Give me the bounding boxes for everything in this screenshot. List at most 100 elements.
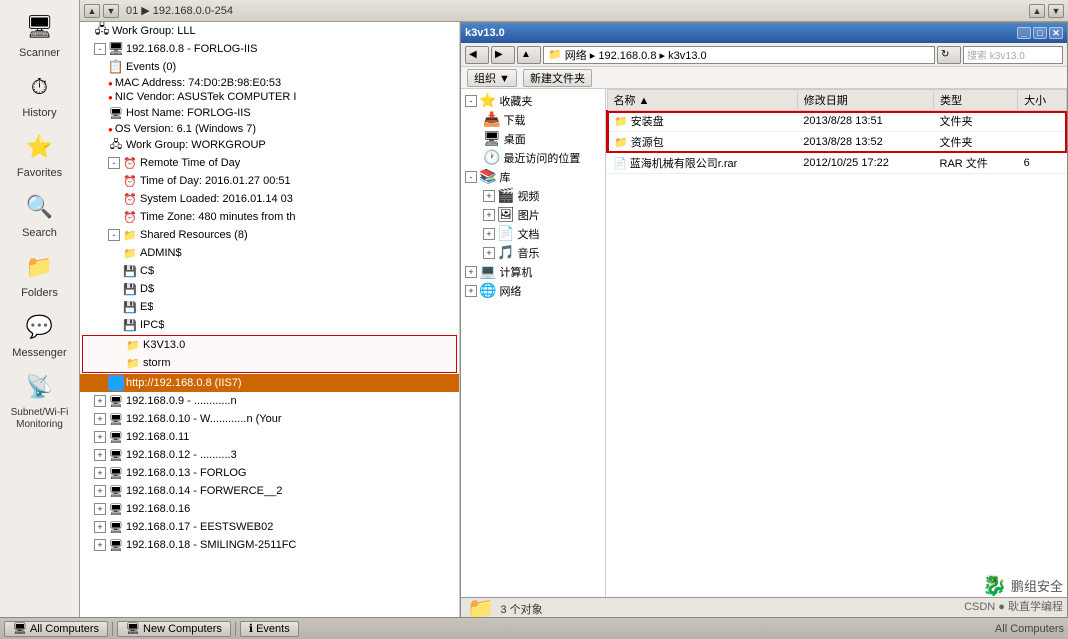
tree-host6[interactable]: + 🖥 192.168.0.13 - FORLOG xyxy=(80,464,459,482)
right-scroll-down[interactable]: ▼ xyxy=(1048,4,1064,18)
tree-admin[interactable]: 📁 ADMIN$ xyxy=(80,244,459,262)
taskbar-events[interactable]: ℹ Events xyxy=(240,621,299,637)
table-row[interactable]: 📄 蓝海机械有限公司r.rar 2012/10/25 17:22 RAR 文件 … xyxy=(607,153,1067,174)
tree-host9[interactable]: + 🖥 192.168.0.17 - EESTSWEB02 xyxy=(80,518,459,536)
address-path[interactable]: 📁 网络 ▸ 192.168.0.8 ▸ k3v13.0 xyxy=(543,46,935,64)
organize-btn[interactable]: 组织 ▼ xyxy=(467,69,517,87)
tree-host2[interactable]: + 🖥 192.168.0.9 - ............n xyxy=(80,392,459,410)
tree-host8[interactable]: + 🖥 192.168.0.16 xyxy=(80,500,459,518)
taskbar-all-computers[interactable]: 🖥 All Computers xyxy=(4,621,108,637)
tree-expand-host4[interactable]: + xyxy=(94,431,106,443)
expand-music[interactable]: + xyxy=(483,247,495,259)
expand-favorites[interactable]: - xyxy=(465,95,477,107)
expand-docs[interactable]: + xyxy=(483,228,495,240)
file-action-toolbar: 组织 ▼ 新建文件夹 xyxy=(461,67,1067,89)
search-box[interactable]: 搜索 k3v13.0 xyxy=(963,46,1063,64)
tree-timezone[interactable]: ⏰ Time Zone: 480 minutes from th xyxy=(80,208,459,226)
nav-library[interactable]: - 📚 库 xyxy=(463,167,603,186)
table-row[interactable]: 📁 资源包 2013/8/28 13:52 文件夹 xyxy=(607,132,1067,153)
expand-library[interactable]: - xyxy=(465,171,477,183)
tree-expand-host2[interactable]: + xyxy=(94,395,106,407)
tree-nic[interactable]: ● NIC Vendor: ASUSTek COMPUTER I xyxy=(80,90,459,104)
nav-desktop[interactable]: 🖥 桌面 xyxy=(463,129,603,148)
tree-mac[interactable]: ● MAC Address: 74:D0:2B:98:E0:53 xyxy=(80,76,459,90)
host5-icon: 🖥 xyxy=(108,447,124,463)
tree-http[interactable]: 🌐 http://192.168.0.8 (IIS7) xyxy=(80,374,459,392)
new-folder-btn[interactable]: 新建文件夹 xyxy=(523,69,592,87)
nav-pictures[interactable]: + 🖼 图片 xyxy=(463,205,603,224)
tree-host5[interactable]: + 🖥 192.168.0.12 - ..........3 xyxy=(80,446,459,464)
expand-computer[interactable]: + xyxy=(465,266,477,278)
tree-expand-host8[interactable]: + xyxy=(94,503,106,515)
sidebar-item-folders[interactable]: 📁 Folders xyxy=(3,245,77,303)
close-btn[interactable]: ✕ xyxy=(1049,27,1063,39)
nav-downloads[interactable]: 📥 下载 xyxy=(463,110,603,129)
tree-expand-shared[interactable]: - xyxy=(108,229,120,241)
tree-host10[interactable]: + 🖥 192.168.0.18 - SMILINGM-2511FC xyxy=(80,536,459,554)
tree-remote[interactable]: - ⏰ Remote Time of Day xyxy=(80,154,459,172)
tree-expand-host5[interactable]: + xyxy=(94,449,106,461)
tree-ipcs[interactable]: 💾 IPC$ xyxy=(80,316,459,334)
col-name[interactable]: 名称 ▲ xyxy=(607,90,797,111)
tree-es[interactable]: 💾 E$ xyxy=(80,298,459,316)
table-row[interactable]: 📁 安装盘 2013/8/28 13:51 文件夹 xyxy=(607,111,1067,132)
tree-events[interactable]: 📋 Events (0) xyxy=(80,58,459,76)
tree-host5-label: 192.168.0.12 - ..........3 xyxy=(126,449,237,461)
up-btn[interactable]: ▲ xyxy=(517,46,541,64)
nav-music[interactable]: + 🎵 音乐 xyxy=(463,243,603,262)
tree-host7[interactable]: + 🖥 192.168.0.14 - FORWERCE__2 xyxy=(80,482,459,500)
tree-ds[interactable]: 💾 D$ xyxy=(80,280,459,298)
sidebar-item-scanner[interactable]: 🖥 Scanner xyxy=(3,5,77,63)
organize-label: 组织 ▼ xyxy=(474,70,510,86)
tree-sysload[interactable]: ⏰ System Loaded: 2016.01.14 03 xyxy=(80,190,459,208)
tree-host4[interactable]: + 🖥 192.168.0.11 xyxy=(80,428,459,446)
tree-expand-host9[interactable]: + xyxy=(94,521,106,533)
tree-expand-host3[interactable]: + xyxy=(94,413,106,425)
sidebar-item-subnet[interactable]: 📡 Subnet/Wi-Fi Monitoring xyxy=(3,365,77,435)
scroll-down-btn[interactable]: ▼ xyxy=(103,4,119,18)
tree-expand-remote[interactable]: - xyxy=(108,157,120,169)
maximize-btn[interactable]: □ xyxy=(1033,27,1047,39)
tree-expand-host7[interactable]: + xyxy=(94,485,106,497)
sidebar-item-favorites[interactable]: ⭐ Favorites xyxy=(3,125,77,183)
back-btn[interactable]: ◀ xyxy=(465,46,489,64)
tree-host3[interactable]: + 🖥 192.168.0.10 - W............n (Your xyxy=(80,410,459,428)
tree-expand-host1[interactable]: - xyxy=(94,43,106,55)
forward-btn[interactable]: ▶ xyxy=(491,46,515,64)
nav-recent[interactable]: 🕐 最近访问的位置 xyxy=(463,148,603,167)
tree-time1[interactable]: ⏰ Time of Day: 2016.01.27 00:51 xyxy=(80,172,459,190)
sidebar-item-history[interactable]: ⏱ History xyxy=(3,65,77,123)
expand-video[interactable]: + xyxy=(483,190,495,202)
taskbar: 🖥 All Computers 🖥 New Computers ℹ Events… xyxy=(0,617,1068,639)
nav-video[interactable]: + 🎬 视频 xyxy=(463,186,603,205)
tree-os[interactable]: ● OS Version: 6.1 (Windows 7) xyxy=(80,122,459,136)
tree-storm[interactable]: 📁 storm xyxy=(83,354,456,372)
nav-favorites[interactable]: - ⭐ 收藏夹 xyxy=(463,91,603,110)
tree-host1[interactable]: - 🖥 192.168.0.8 - FORLOG-IIS xyxy=(80,40,459,58)
expand-network[interactable]: + xyxy=(465,285,477,297)
taskbar-new-computers[interactable]: 🖥 New Computers xyxy=(117,621,231,637)
minimize-btn[interactable]: _ xyxy=(1017,27,1031,39)
scroll-up-btn[interactable]: ▲ xyxy=(84,4,100,18)
refresh-btn[interactable]: ↻ xyxy=(937,46,961,64)
nav-computer[interactable]: + 💻 计算机 xyxy=(463,262,603,281)
tree-host1-label: 192.168.0.8 - FORLOG-IIS xyxy=(126,43,257,55)
nav-network[interactable]: + 🌐 网络 xyxy=(463,281,603,300)
tree-expand-host10[interactable]: + xyxy=(94,539,106,551)
col-size[interactable]: 大小 xyxy=(1018,90,1067,111)
tree-expand-host6[interactable]: + xyxy=(94,467,106,479)
tree-k3v13[interactable]: 📁 K3V13.0 xyxy=(83,336,456,354)
sidebar-item-messenger[interactable]: 💬 Messenger xyxy=(3,305,77,363)
brand-line1: 鹏组安全 xyxy=(1011,576,1063,595)
tree-hostname[interactable]: 🖥 Host Name: FORLOG-IIS xyxy=(80,104,459,122)
tree-workgroup1[interactable]: 🖧 Work Group: LLL xyxy=(80,22,459,40)
col-date[interactable]: 修改日期 xyxy=(797,90,933,111)
sidebar-item-search[interactable]: 🔍 Search xyxy=(3,185,77,243)
tree-cs[interactable]: 💾 C$ xyxy=(80,262,459,280)
right-scroll-up[interactable]: ▲ xyxy=(1029,4,1045,18)
expand-pictures[interactable]: + xyxy=(483,209,495,221)
nav-docs[interactable]: + 📄 文档 xyxy=(463,224,603,243)
tree-workgroup2[interactable]: 🖧 Work Group: WORKGROUP xyxy=(80,136,459,154)
tree-shared[interactable]: - 📁 Shared Resources (8) xyxy=(80,226,459,244)
col-type[interactable]: 类型 xyxy=(934,90,1018,111)
